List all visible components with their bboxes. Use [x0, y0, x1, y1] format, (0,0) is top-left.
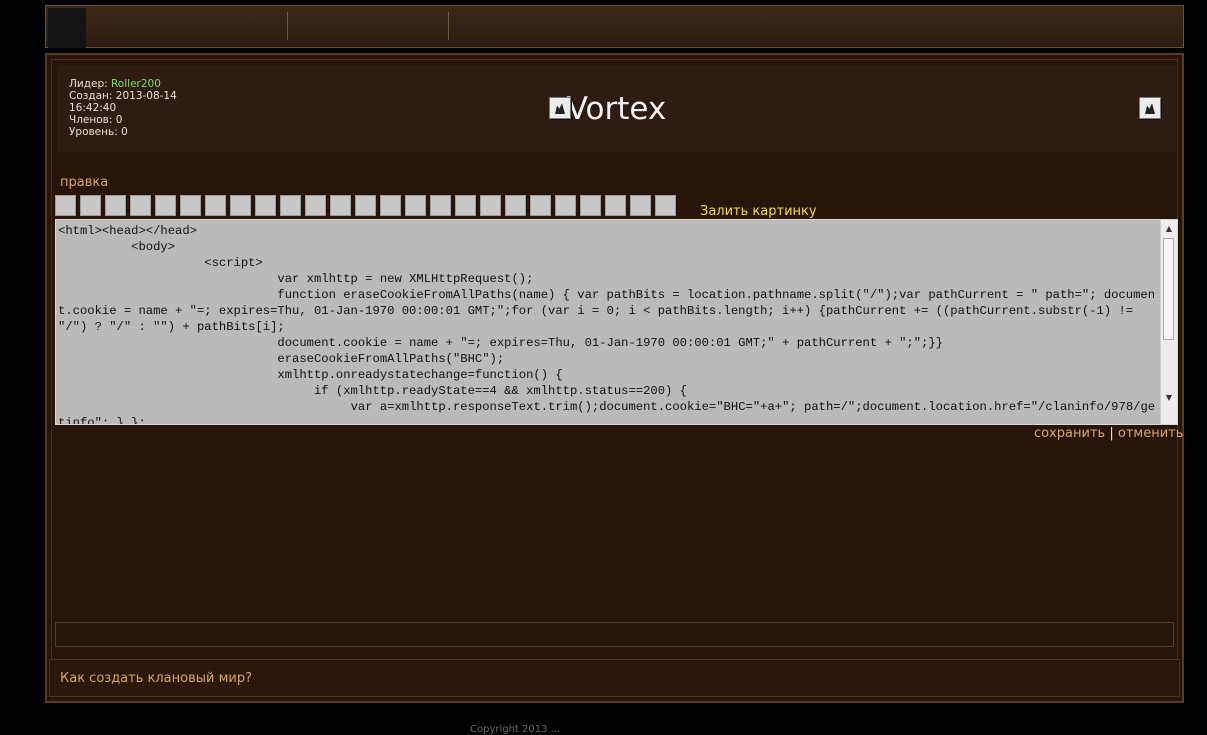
footer-copyright: Copyright 2013 ... [470, 724, 561, 735]
faq-link[interactable]: Как создать клановый мир? [60, 671, 252, 686]
code-editor-content[interactable]: <html><head></head> <body> <script> var … [56, 220, 1177, 424]
toolbar-button[interactable] [655, 195, 676, 216]
leader-label: Лидер: [69, 78, 111, 90]
toolbar-button[interactable] [430, 195, 451, 216]
toolbar-button[interactable] [505, 195, 526, 216]
edit-section-label: правка [60, 175, 109, 190]
code-editor[interactable]: <html><head></head> <body> <script> var … [55, 219, 1178, 425]
toolbar-button[interactable] [180, 195, 201, 216]
toolbar-button[interactable] [80, 195, 101, 216]
clan-emblem-icon [1139, 97, 1161, 119]
scroll-up-arrow-icon[interactable]: ▲ [1161, 221, 1177, 237]
toolbar-button[interactable] [205, 195, 226, 216]
toolbar-button[interactable] [405, 195, 426, 216]
upload-image-link[interactable]: Залить картинку [700, 204, 817, 219]
leader-link[interactable]: Roller200 [111, 78, 161, 90]
toolbar-button[interactable] [105, 195, 126, 216]
toolbar-button[interactable] [555, 195, 576, 216]
nav-divider [448, 12, 449, 40]
clan-level: Уровень: 0 [69, 126, 128, 138]
toolbar-button[interactable] [155, 195, 176, 216]
toolbar-button[interactable] [55, 195, 76, 216]
toolbar-button[interactable] [330, 195, 351, 216]
toolbar-button[interactable] [130, 195, 151, 216]
clan-header: Лидер: Roller200 Создан: 2013-08-14 16:4… [57, 65, 1176, 152]
toolbar-button[interactable] [355, 195, 376, 216]
clan-emblem-icon [549, 97, 571, 119]
scroll-thumb[interactable] [1163, 238, 1174, 340]
editor-actions: сохранить | отменить [1034, 426, 1183, 441]
toolbar-button[interactable] [255, 195, 276, 216]
empty-content-box [55, 622, 1174, 647]
cancel-link[interactable]: отменить [1118, 426, 1184, 441]
toolbar-button[interactable] [280, 195, 301, 216]
leader-row: Лидер: Roller200 [69, 78, 177, 90]
toolbar-button[interactable] [380, 195, 401, 216]
actions-separator: | [1105, 426, 1118, 441]
toolbar-button[interactable] [605, 195, 626, 216]
nav-home-tab[interactable] [48, 8, 86, 48]
toolbar-button[interactable] [230, 195, 251, 216]
toolbar-button[interactable] [305, 195, 326, 216]
top-navigation [45, 5, 1184, 48]
editor-scrollbar[interactable]: ▲ ▼ [1160, 220, 1177, 424]
toolbar-button[interactable] [530, 195, 551, 216]
faq-panel: Как создать клановый мир? [49, 659, 1180, 697]
toolbar-button[interactable] [580, 195, 601, 216]
scroll-down-arrow-icon[interactable]: ▼ [1161, 390, 1177, 406]
toolbar-button[interactable] [480, 195, 501, 216]
clan-name: Vortex [566, 91, 667, 127]
toolbar-button[interactable] [455, 195, 476, 216]
toolbar-button[interactable] [630, 195, 651, 216]
save-link[interactable]: сохранить [1034, 426, 1105, 441]
nav-divider [287, 12, 288, 40]
